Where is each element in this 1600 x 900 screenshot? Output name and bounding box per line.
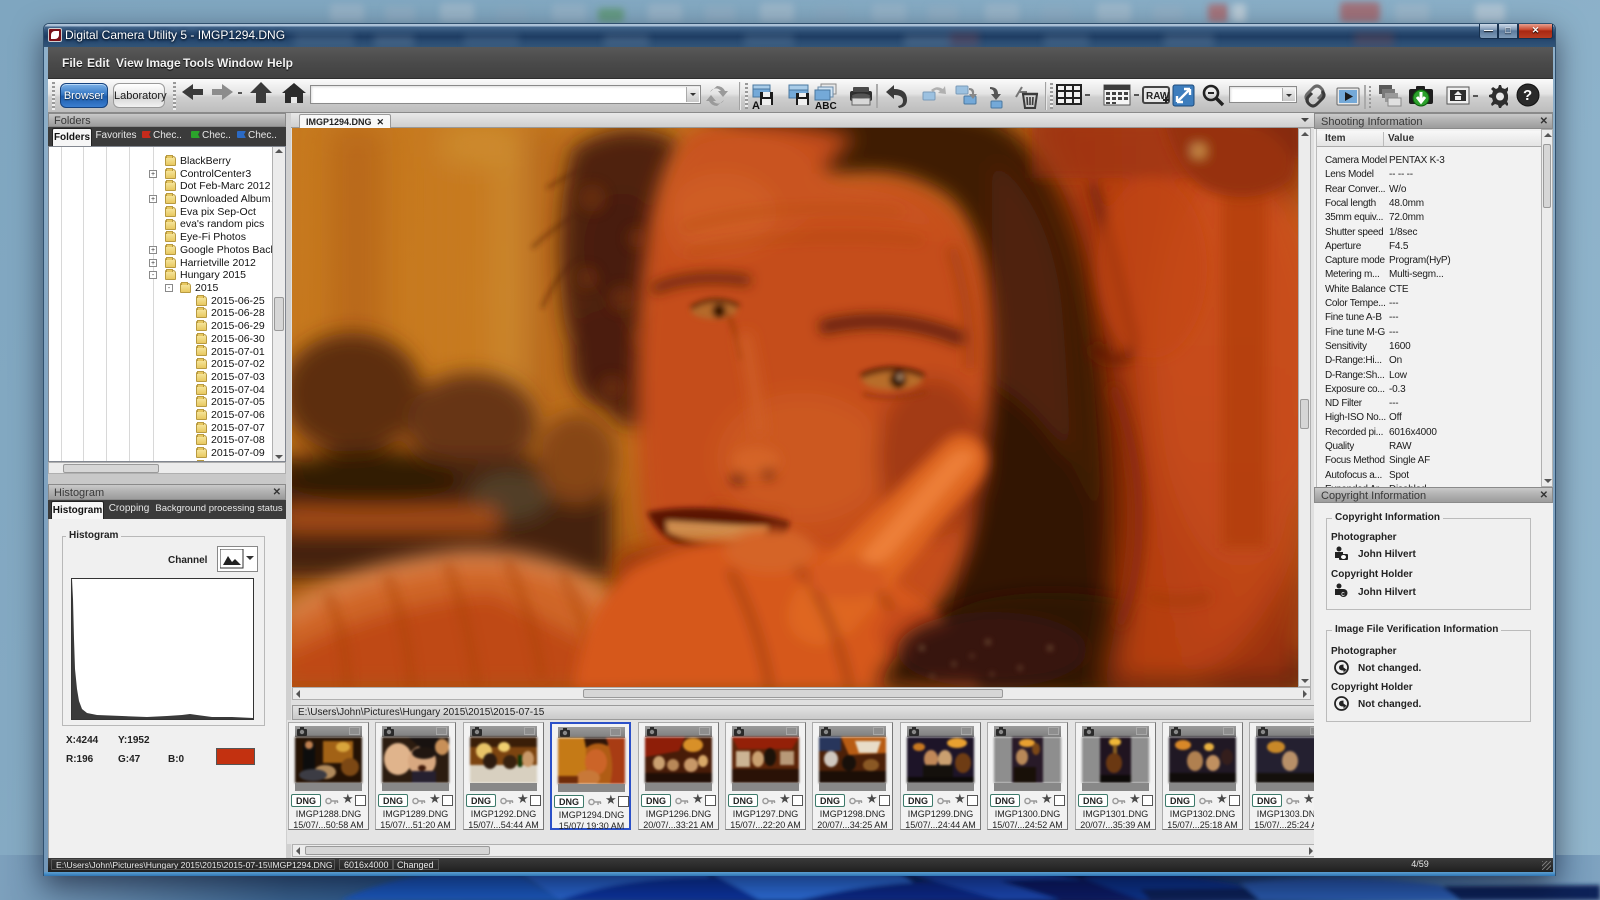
svg-text:A: A <box>752 100 760 110</box>
svg-text:ABC: ABC <box>815 101 837 110</box>
svg-text:c: c <box>1341 591 1345 597</box>
svg-text:?: ? <box>1523 87 1532 104</box>
